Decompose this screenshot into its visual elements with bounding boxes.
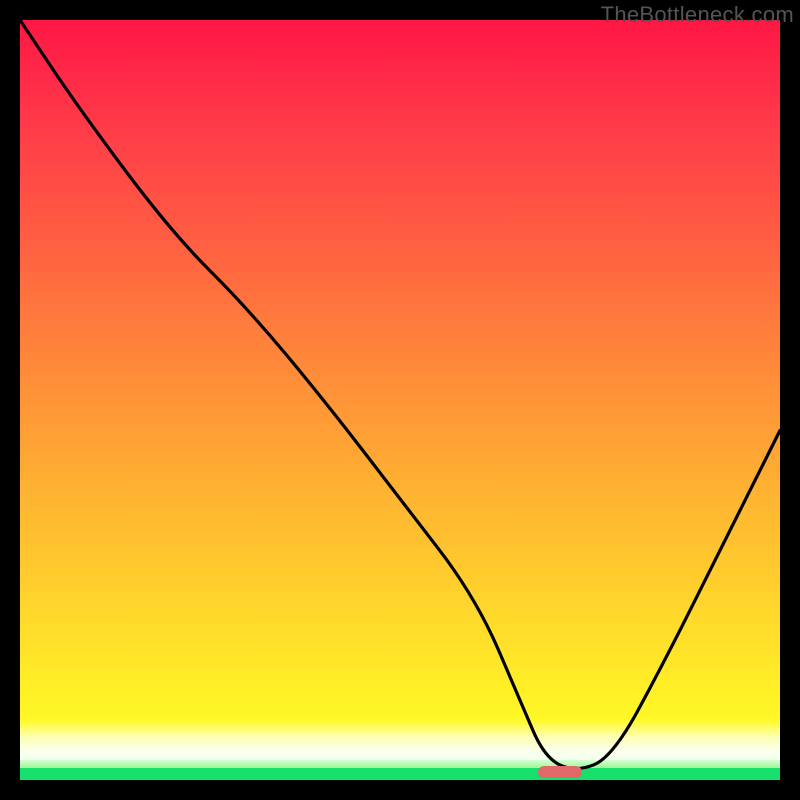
chart-container: TheBottleneck.com xyxy=(0,0,800,800)
plot-area xyxy=(20,20,780,780)
watermark-text: TheBottleneck.com xyxy=(601,2,794,28)
optimum-marker xyxy=(538,766,582,778)
bottleneck-curve xyxy=(20,20,780,780)
curve-path xyxy=(20,20,780,769)
